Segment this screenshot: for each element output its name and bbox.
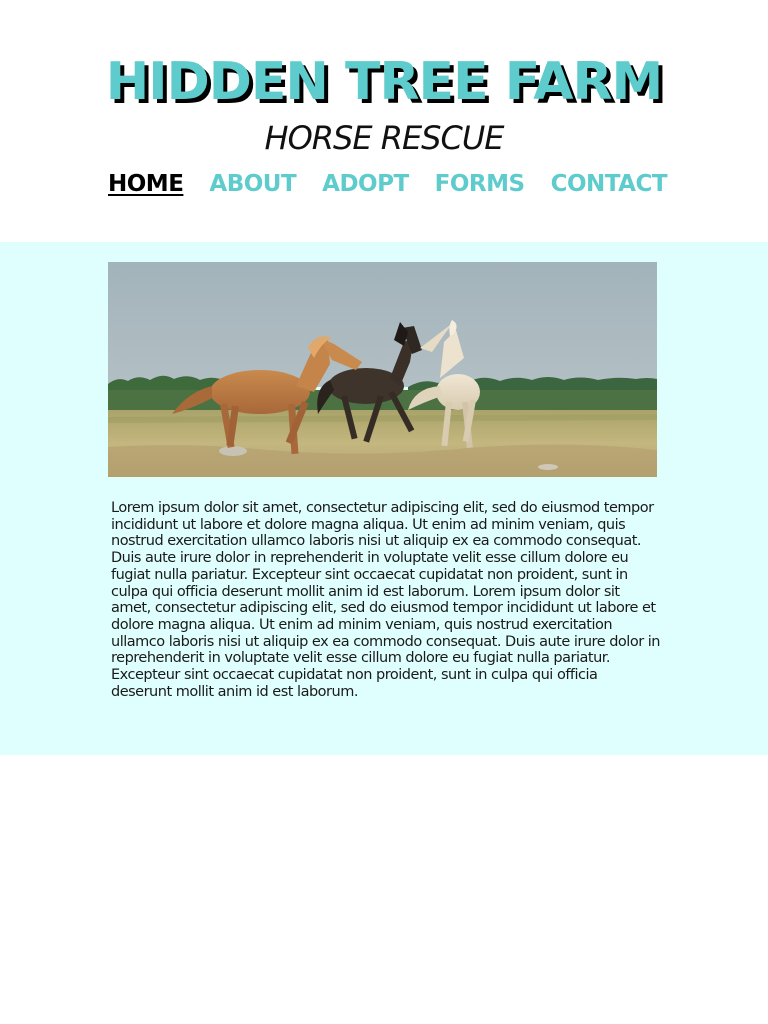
site-subtitle: HORSE RESCUE — [264, 119, 505, 157]
intro-paragraph: Lorem ipsum dolor sit amet, consectetur … — [111, 500, 661, 700]
nav-adopt-link[interactable]: ADOPT — [322, 171, 409, 197]
main-nav: HOME ABOUT ADOPT FORMS CONTACT — [108, 166, 668, 202]
nav-contact-link[interactable]: CONTACT — [551, 171, 668, 197]
hero-horses-image — [108, 262, 657, 477]
content-section: Lorem ipsum dolor sit amet, consectetur … — [0, 242, 768, 755]
nav-forms-link[interactable]: FORMS — [435, 171, 525, 197]
nav-about-link[interactable]: ABOUT — [209, 171, 296, 197]
nav-home-link[interactable]: HOME — [108, 171, 184, 197]
site-title: HIDDEN TREE FARM — [105, 52, 664, 112]
